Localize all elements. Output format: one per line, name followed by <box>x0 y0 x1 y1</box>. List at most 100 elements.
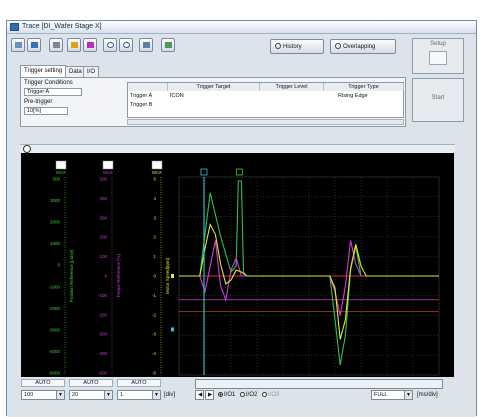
cursor-1-marker <box>200 168 208 176</box>
y-tick-label: 2000 <box>50 220 61 225</box>
pretrigger-input[interactable]: 10[%] <box>24 107 68 115</box>
y-tick-label: 0 <box>153 274 156 279</box>
series-line-speed <box>179 222 439 340</box>
y-tick-label: 0 <box>57 263 60 268</box>
y-tick-label: -3 <box>152 332 156 337</box>
y-tick-label: -4000 <box>48 349 60 354</box>
y-tick-label: -5000 <box>48 371 60 376</box>
trigger-header-target: Trigger Target <box>168 83 260 91</box>
history-button[interactable]: History <box>270 39 324 54</box>
y-tick-label: 5 <box>153 177 156 182</box>
horizontal-scrollbar[interactable] <box>195 379 443 389</box>
pretrigger-label: Pre-trigger <box>24 99 53 105</box>
axis-unit-top: MAX <box>103 170 113 175</box>
trigger-header-level: Trigger Level <box>260 83 324 91</box>
setup-button[interactable]: Setup <box>412 38 464 74</box>
y-tick-label: 500 <box>52 177 60 182</box>
y-tick-label: -3000 <box>48 327 60 332</box>
overlapping-button[interactable]: Overlapping <box>330 39 396 54</box>
chevron-down-icon: ▼ <box>404 391 412 399</box>
y-tick-label: 2 <box>153 235 156 240</box>
trigger-row-a-name: Trigger A <box>130 93 153 99</box>
overlapping-icon <box>335 43 341 49</box>
trigger-row-a-type[interactable]: Rising Edge <box>338 93 368 99</box>
y-tick-label: 1 <box>153 254 156 259</box>
y-tick-label: 300 <box>99 215 107 220</box>
y-tick-label: -5 <box>152 371 156 376</box>
window-title: Trace [DI_Wafer Stage X] <box>22 23 102 30</box>
save-icon[interactable] <box>27 38 41 52</box>
chevron-down-icon: ▼ <box>104 391 112 399</box>
y-tick-label: 200 <box>99 235 107 240</box>
axis-title: Position Reference [pulse] <box>69 250 74 303</box>
zoom-out-icon[interactable] <box>119 38 133 52</box>
chevron-down-icon: ▼ <box>152 391 160 399</box>
y-tick-label: 100 <box>99 254 107 259</box>
tab-trigger-setting[interactable]: Trigger setting <box>20 65 67 77</box>
marker-icon[interactable] <box>67 38 81 52</box>
cyan-level-marker <box>171 327 174 332</box>
y-tick-label: -500 <box>98 371 108 376</box>
axis-max-button <box>151 160 163 170</box>
axis-max-button <box>55 160 67 170</box>
trigger-row-b-name: Trigger B <box>130 102 153 108</box>
auto-header-3: AUTO <box>117 379 161 387</box>
io2-radio[interactable] <box>240 392 246 397</box>
graph-settings-icon[interactable] <box>23 145 31 153</box>
axis-unit-top: MAX <box>152 170 162 175</box>
scroll-left-button[interactable]: ◀ <box>195 390 204 400</box>
y-tick-label: 0 <box>104 274 107 279</box>
start-button[interactable]: Start <box>412 78 464 122</box>
y-tick-label: 400 <box>99 196 107 201</box>
scale-select-3[interactable]: 1 ▼ <box>117 390 161 400</box>
bottom-control-bar: AUTO AUTO AUTO 100 ▼ 20 ▼ 1 ▼ [div] ◀ ▶ I/O… <box>7 377 476 417</box>
trigger-row-a-target[interactable]: ICON <box>170 93 184 99</box>
trace-chart: MAX5003000200010000-1000-2000-3000-4000-… <box>48 160 448 396</box>
y-tick-label: -4 <box>152 351 156 356</box>
setup-icon <box>429 51 447 65</box>
print-icon[interactable] <box>49 38 63 52</box>
trace-window: Trace [DI_Wafer Stage X] History Overlap… <box>6 20 477 417</box>
zoom-in-icon[interactable] <box>103 38 117 52</box>
axis-max-button <box>102 160 114 170</box>
axis-unit-top: MAX <box>56 170 66 175</box>
y-tick-label: -400 <box>98 351 108 356</box>
y-tick-label: 4 <box>153 196 156 201</box>
copy-icon[interactable] <box>139 38 153 52</box>
y-tick-label: -100 <box>98 293 108 298</box>
scroll-right-button[interactable]: ▶ <box>205 390 214 400</box>
plot-area: MAX 500 3000 2000 1000 0 -1000 -2000 -3000 -4000-… <box>21 153 454 396</box>
axis-title: Motor Speed[rpm] <box>165 258 170 294</box>
history-icon <box>275 43 281 49</box>
chevron-down-icon: ▼ <box>56 391 64 399</box>
y-tick-label: 3000 <box>50 198 61 203</box>
scale-select-1[interactable]: 100 ▼ <box>21 390 65 400</box>
y-tick-label: 3 <box>153 215 156 220</box>
io1-radio[interactable] <box>218 392 223 397</box>
y-tick-label: -1000 <box>48 284 60 289</box>
trigger-conditions-select[interactable]: Trigger A <box>24 88 82 96</box>
table-icon[interactable] <box>161 38 175 52</box>
auto-header-2: AUTO <box>69 379 113 387</box>
y-tick-label: -300 <box>98 332 108 337</box>
title-bar: Trace [DI_Wafer Stage X] <box>7 21 476 34</box>
scale-select-2[interactable]: 20 ▼ <box>69 390 113 400</box>
time-scale-select[interactable]: FULL ▼ <box>371 390 413 400</box>
trigger-settings-panel: Trigger Conditions Trigger A Pre-trigger… <box>20 77 406 127</box>
io-radio-group: I/O1 I/O2 I/O3 <box>215 392 279 398</box>
cursor-icon[interactable] <box>83 38 97 52</box>
ms-div-label: [ms/div] <box>417 392 438 398</box>
auto-header-1: AUTO <box>21 379 65 387</box>
graph-toolbar <box>20 144 455 153</box>
y-tick-label: 1000 <box>50 241 61 246</box>
y-tick-label: -2 <box>152 312 156 317</box>
io3-radio[interactable] <box>262 392 268 397</box>
div-unit-label: [div] <box>164 392 176 398</box>
tab-io[interactable]: I/O <box>83 66 100 77</box>
y-tick-label: -1 <box>152 293 156 298</box>
open-icon[interactable] <box>11 38 25 52</box>
axis-title: Torque Reference [%] <box>116 254 121 298</box>
y-tick-label: 500 <box>99 177 107 182</box>
trigger-conditions-label: Trigger Conditions <box>24 80 73 86</box>
trigger-table-scrollbar[interactable] <box>127 119 404 125</box>
